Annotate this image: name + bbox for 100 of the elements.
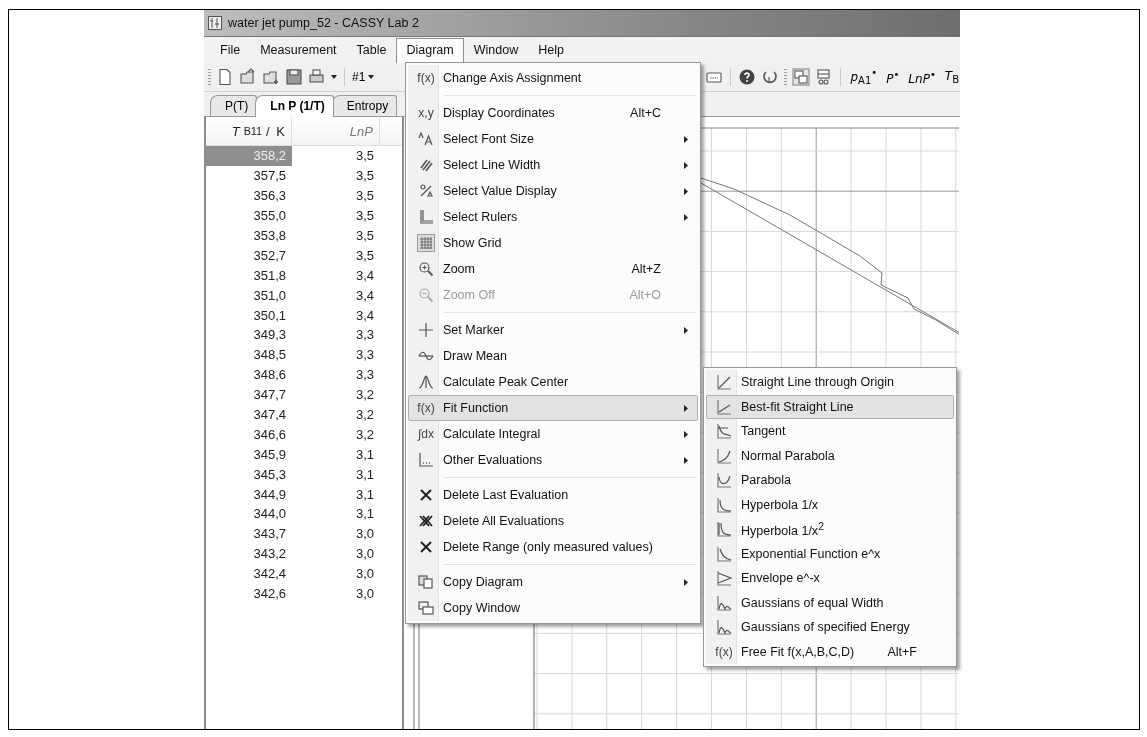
parabola-graph-icon — [716, 472, 732, 489]
menu-item[interactable]: Set Marker — [408, 317, 698, 343]
menu-item[interactable]: Gaussians of equal Width — [706, 590, 954, 615]
table-cell-text: 347,4 — [252, 406, 287, 424]
table-cell-text: 349,3 — [252, 326, 287, 345]
menu-item[interactable]: Zoom Alt+Z — [408, 256, 698, 282]
peaks-graph-icon — [716, 619, 732, 636]
function-icon: x,y — [418, 106, 434, 120]
caret-icon[interactable] — [368, 75, 375, 79]
menu-item[interactable]: Select Rulers — [408, 204, 698, 230]
table-cell-text: 343,7 — [252, 525, 287, 544]
hyperbola-graph-icon — [716, 521, 732, 538]
menu-item[interactable]: Best-fit Straight Line — [706, 394, 954, 419]
table-cell-text: 343,2 — [252, 545, 287, 564]
table-cell-text: 346,6 — [252, 425, 287, 444]
shortcut-label: Alt+Z — [630, 262, 662, 276]
menu-item[interactable]: f(x) Fit Function — [408, 395, 698, 421]
menu-item[interactable]: Delete Last Evaluation — [408, 482, 698, 508]
line-graph-icon — [716, 398, 732, 415]
menu-item[interactable]: Select Font Size — [408, 126, 698, 152]
table-cell-text: 3,5 — [354, 246, 375, 265]
menu-item[interactable]: Gaussians of specified Energy — [706, 615, 954, 640]
quantity-button[interactable]: T$_{B}$ — [942, 68, 960, 86]
table-cell-text: 342,4 — [252, 565, 287, 584]
shortcut-label: Alt+O — [628, 288, 662, 302]
open-folder-icon[interactable] — [239, 68, 257, 86]
save-icon[interactable] — [285, 68, 303, 86]
function-icon: f(x) — [715, 644, 733, 659]
table-cell-text: 3,0 — [354, 565, 375, 584]
new-document-icon[interactable] — [216, 68, 234, 86]
table-cell-text: 3,3 — [354, 346, 375, 365]
hyperbola-graph-icon — [716, 496, 732, 513]
menu-item[interactable]: ∫dx Calculate Integral — [408, 421, 698, 447]
quantity-button[interactable]: LnP$^{•}$ — [906, 68, 938, 86]
menu-item[interactable]: Delete Range (only measured values) — [408, 534, 698, 560]
menu-item[interactable]: Copy Window — [408, 595, 698, 621]
menu-item[interactable]: Tangent — [706, 419, 954, 444]
table-cell-text: 3,5 — [354, 167, 375, 186]
table-cell-text: 3,0 — [354, 525, 375, 544]
table-cell-text: 3,2 — [354, 425, 375, 444]
table-cell-text: 3,4 — [354, 306, 375, 325]
menu-item[interactable]: Select Line Width — [408, 152, 698, 178]
menu-item[interactable]: Parabola — [706, 468, 954, 493]
menu-item[interactable]: Normal Parabola — [706, 443, 954, 468]
table-cell-text: 350,1 — [252, 306, 287, 325]
help-icon[interactable] — [738, 68, 757, 86]
line-graph-icon — [716, 374, 732, 391]
table-cell-text: 3,4 — [354, 286, 375, 305]
menu-item[interactable]: x,y Display Coordinates Alt+C — [408, 100, 698, 126]
table-cell-text: 3,1 — [354, 445, 375, 464]
curve-graph-icon — [716, 545, 732, 562]
window-icon[interactable] — [792, 68, 811, 86]
menu-bar-item[interactable]: Window — [463, 38, 529, 63]
table-cell-text: 3,1 — [354, 485, 375, 504]
menu-item[interactable]: Show Grid — [408, 230, 698, 256]
quantity-button[interactable]: P$^{•}$ — [884, 68, 902, 86]
table-cell-text: 3,1 — [354, 505, 375, 524]
table-cell-text: 3,5 — [354, 207, 375, 226]
table-cell-text: 351,0 — [252, 286, 287, 305]
table-cell-text: 3,4 — [354, 266, 375, 285]
menu-item[interactable]: f(x) Change Axis Assignment — [408, 65, 698, 91]
table-cell-text: 3,1 — [354, 465, 375, 484]
table-cell-text: 352,7 — [252, 246, 287, 265]
menu-bar-item[interactable]: File — [210, 38, 251, 63]
menu-item[interactable]: f(x) Free Fit f(x,A,B,C,D) Alt+F — [706, 639, 954, 664]
menu-item[interactable]: Select Value Display — [408, 178, 698, 204]
caret-icon[interactable] — [331, 75, 337, 79]
envelope-graph-icon — [716, 570, 732, 587]
function-icon: f(x) — [417, 401, 435, 415]
table-cell-text: 3,3 — [354, 366, 375, 385]
open-folder-icon[interactable] — [262, 68, 280, 86]
column-header[interactable]: LnP — [292, 117, 380, 145]
menu-item[interactable]: Envelope e^-x — [706, 566, 954, 591]
tab[interactable]: Ln P (1/T) — [255, 95, 334, 117]
table-cell-text: 3,5 — [354, 227, 375, 245]
table-cell: 358,2 — [206, 146, 292, 166]
menu-item[interactable]: Straight Line through Origin — [706, 370, 954, 395]
menu-item[interactable]: Delete All Evaluations — [408, 508, 698, 534]
table-cell-text: 3,2 — [354, 386, 375, 405]
table-cell-text: 3,2 — [354, 406, 375, 424]
menu-bar-item[interactable]: Table — [346, 38, 397, 63]
table-cell-text: 357,5 — [252, 167, 287, 186]
menu-bar-item[interactable]: Measurement — [250, 38, 347, 63]
function-icon: f(x) — [417, 71, 435, 85]
printer-icon[interactable] — [308, 68, 326, 86]
tab[interactable]: Entropy — [331, 95, 398, 116]
menu-item[interactable]: Hyperbola 1/x$^{2}$ — [706, 517, 954, 542]
menu-item[interactable]: Exponential Function e^x — [706, 541, 954, 566]
tab[interactable]: P(T) — [210, 95, 258, 116]
function-icon: ∫dx — [418, 427, 434, 441]
menu-bar-item[interactable]: Help — [528, 38, 574, 63]
menu-item[interactable]: Copy Diagram — [408, 569, 698, 595]
menu-item[interactable]: Hyperbola 1/x — [706, 492, 954, 517]
channel-selector[interactable]: #1 — [352, 70, 366, 84]
menu-item[interactable]: Draw Mean — [408, 343, 698, 369]
menu-item[interactable]: Calculate Peak Center — [408, 369, 698, 395]
table-cell-text: 347,7 — [252, 386, 287, 405]
menu-item[interactable]: Other Evaluations — [408, 447, 698, 473]
window-title: water jet pump_52 - CASSY Lab 2 — [228, 16, 419, 30]
menu-bar-item[interactable]: Diagram — [396, 38, 464, 63]
